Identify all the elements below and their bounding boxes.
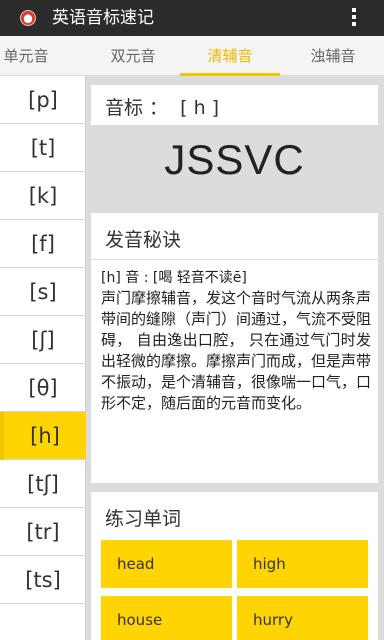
symbol-item-h[interactable]: [h]: [0, 412, 86, 460]
symbol-item-tr[interactable]: [tr]: [0, 508, 86, 556]
symbol-item-f[interactable]: [f]: [0, 220, 86, 268]
tips-title: 发音秘诀: [105, 229, 182, 251]
symbol-item-k[interactable]: [k]: [0, 172, 86, 220]
symbol-item-p[interactable]: [p]: [0, 76, 86, 124]
divider: [91, 259, 378, 260]
symbol-item-sh[interactable]: [ʃ]: [0, 316, 86, 364]
banner-text: JSSVC: [164, 136, 305, 183]
tab-voiceless-consonants[interactable]: 清辅音: [180, 36, 280, 76]
symbol-item-theta[interactable]: [θ]: [0, 364, 86, 412]
detail-panel: 音标 ： [ h ] JSSVC 发音秘诀 [h] 音 : [喝 轻音不读ē] …: [86, 76, 384, 640]
phonetic-symbol-list: [p] [t] [k] [f] [s] [ʃ] [θ] [h] [tʃ] [tr…: [0, 76, 86, 640]
tab-bar: 单元音 双元音 清辅音 浊辅音: [0, 36, 384, 76]
pronunciation-tips-card: 发音秘诀 [h] 音 : [喝 轻音不读ē] 声门摩擦辅音，发这个音时气流从两条…: [91, 213, 378, 483]
word-button-hurry[interactable]: hurry: [237, 596, 368, 640]
more-vert-icon[interactable]: [352, 8, 356, 28]
symbol-item-ts[interactable]: [ts]: [0, 556, 86, 604]
phonetic-label: 音标 ： [ h ]: [105, 97, 220, 119]
tips-body: 声门摩擦辅音，发这个音时气流从两条声带间的缝隙（声门）间通过，气流不受阻碍， 自…: [101, 289, 372, 412]
word-button-house[interactable]: house: [101, 596, 232, 640]
practice-words-card: 练习单词 head high house hurry: [91, 492, 378, 640]
symbol-item-tsh[interactable]: [tʃ]: [0, 460, 86, 508]
tab-monophthongs[interactable]: 单元音: [0, 36, 52, 76]
tab-diphthongs[interactable]: 双元音: [86, 36, 180, 76]
tab-voiced-consonants[interactable]: 浊辅音: [286, 36, 380, 76]
word-button-high[interactable]: high: [237, 540, 368, 588]
app-logo-icon: [20, 10, 36, 26]
symbol-item-s[interactable]: [s]: [0, 268, 86, 316]
app-bar: 英语音标速记: [0, 0, 384, 36]
practice-title: 练习单词: [105, 508, 182, 530]
app-title: 英语音标速记: [52, 8, 154, 28]
tips-subtitle: [h] 音 : [喝 轻音不读ē]: [101, 270, 247, 286]
word-button-head[interactable]: head: [101, 540, 232, 588]
phonetic-header-card: 音标 ： [ h ]: [91, 85, 378, 125]
symbol-item-t[interactable]: [t]: [0, 124, 86, 172]
